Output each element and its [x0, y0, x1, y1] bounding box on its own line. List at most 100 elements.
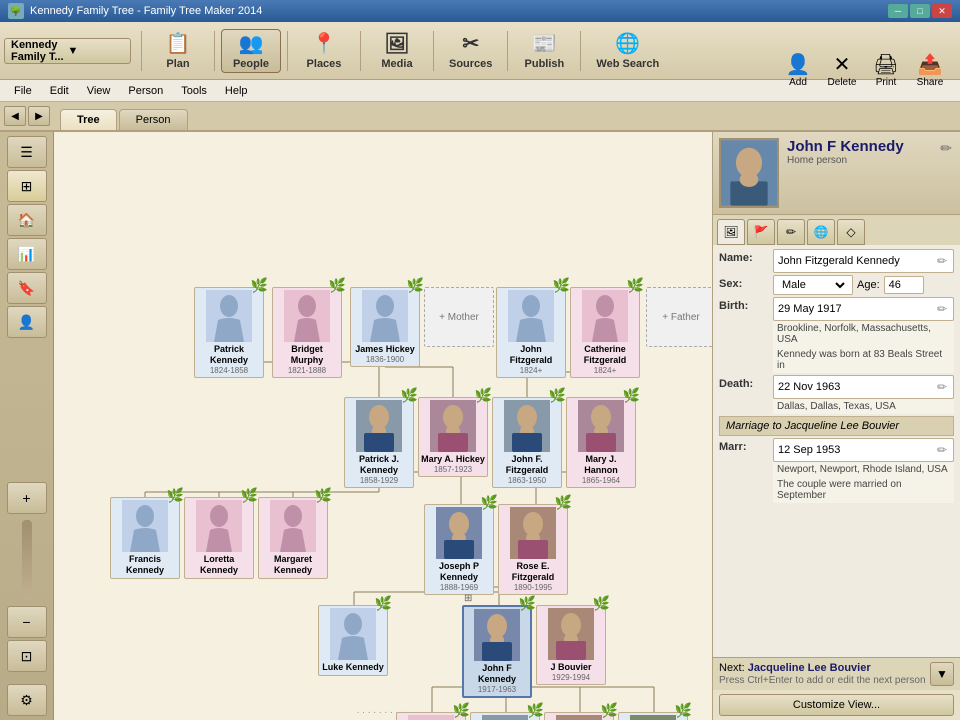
sidebar-btn-expand[interactable]: ⊞ — [7, 170, 47, 202]
right-btn-share[interactable]: 📤Share — [908, 48, 952, 92]
zoom-slider[interactable] — [22, 520, 32, 600]
toolbar-btn-sources[interactable]: ✂Sources — [440, 29, 501, 73]
person-card-james_hickey[interactable]: 🌿James Hickey1836-1900 — [350, 287, 420, 367]
sex-value[interactable]: Male Female — [773, 275, 853, 295]
person-card-j_bouvier[interactable]: 🌿J Bouvier1929-1994 — [536, 605, 606, 685]
person-card-caroline_kennedy[interactable]: 🌿Caroline Kennedy1957- — [396, 712, 466, 720]
card-inner-margaret_kennedy[interactable]: Margaret Kennedy — [258, 497, 328, 579]
marr-date-value[interactable]: 12 Sep 1953 ✏ — [773, 438, 954, 462]
card-inner-bridget_murphy[interactable]: Bridget Murphy1821-1888 — [272, 287, 342, 378]
toolbar-btn-places[interactable]: 📍Places — [294, 29, 354, 73]
age-value[interactable]: 46 — [884, 276, 924, 294]
birth-date-value[interactable]: 29 May 1917 ✏ — [773, 297, 954, 321]
birth-edit-btn[interactable]: ✏ — [935, 300, 949, 318]
menu-item-view[interactable]: View — [79, 83, 119, 99]
card-inner-john_f_kennedy[interactable]: John F Kennedy1917-1963 — [462, 605, 532, 698]
customize-view-button[interactable]: Customize View... — [719, 694, 954, 716]
right-btn-add[interactable]: 👤Add — [776, 48, 820, 92]
toolbar-btn-media[interactable]: 🖼Media — [367, 29, 427, 73]
detail-tab-edit[interactable]: ✏ — [777, 219, 805, 245]
person-card-mary_j_hannon[interactable]: 🌿Mary J. Hannon1865-1964 — [566, 397, 636, 488]
name-value[interactable]: John Fitzgerald Kennedy ✏ — [773, 249, 954, 273]
card-inner-mary_j_hannon[interactable]: Mary J. Hannon1865-1964 — [566, 397, 636, 488]
sidebar-btn-bookmark[interactable]: 🔖 — [7, 272, 47, 304]
person-card-loretta_kennedy[interactable]: 🌿Loretta Kennedy — [184, 497, 254, 579]
sidebar-btn-settings[interactable]: ⚙ — [7, 684, 47, 716]
person-card-add_father[interactable]: + Father — [646, 287, 712, 347]
maximize-button[interactable]: □ — [910, 4, 930, 18]
app-icon: 🌳 — [8, 3, 24, 19]
close-button[interactable]: ✕ — [932, 4, 952, 18]
tab-tree[interactable]: Tree — [60, 109, 117, 130]
toolbar-btn-plan[interactable]: 📋Plan — [148, 29, 208, 73]
person-card-mary_a_hickey[interactable]: 🌿Mary A. Hickey1857-1923 — [418, 397, 488, 477]
person-card-joseph_p_kennedy[interactable]: 🌿Joseph P Kennedy1888-1969 — [424, 504, 494, 595]
sex-select[interactable]: Male Female — [778, 278, 848, 292]
card-inner-patrick_j_kennedy[interactable]: Patrick J. Kennedy1858-1929 — [344, 397, 414, 488]
card-inner-francis_kennedy[interactable]: Francis Kennedy — [110, 497, 180, 579]
person-card-catherine_fitzgerald[interactable]: 🌿Catherine Fitzgerald1824+ — [570, 287, 640, 378]
family-dropdown[interactable]: Kennedy Family T... ▼ — [4, 38, 131, 64]
card-inner-luke_kennedy[interactable]: Luke Kennedy — [318, 605, 388, 676]
detail-tab-photo[interactable]: 🖼 — [717, 219, 745, 245]
right-btn-delete[interactable]: ✕Delete — [820, 48, 864, 92]
sidebar-btn-minus[interactable]: − — [7, 606, 47, 638]
card-inner-rose_e_fitzgerald[interactable]: Rose E. Fitzgerald1890-1995 — [498, 504, 568, 595]
card-inner-j_bouvier[interactable]: J Bouvier1929-1994 — [536, 605, 606, 685]
card-inner-add_father[interactable]: + Father — [646, 287, 712, 347]
person-card-francis_kennedy[interactable]: 🌿Francis Kennedy — [110, 497, 180, 579]
forward-button[interactable]: ▶ — [28, 106, 50, 126]
person-card-add_mother[interactable]: + Mother — [424, 287, 494, 347]
person-card-patrick_kennedy[interactable]: 🌿Patrick Kennedy1824-1858 — [194, 287, 264, 378]
card-inner-john_f_fitzgerald[interactable]: John F. Fitzgerald1863-1950 — [492, 397, 562, 488]
person-card-rose_e_fitzgerald[interactable]: 🌿Rose E. Fitzgerald1890-1995 — [498, 504, 568, 595]
person-card-bridget_murphy[interactable]: 🌿Bridget Murphy1821-1888 — [272, 287, 342, 378]
next-person-name[interactable]: Jacqueline Lee Bouvier — [748, 662, 871, 674]
detail-tab-globe[interactable]: 🌐 — [807, 219, 835, 245]
card-inner-loretta_kennedy[interactable]: Loretta Kennedy — [184, 497, 254, 579]
card-inner-add_mother[interactable]: + Mother — [424, 287, 494, 347]
card-inner-john_fitzgerald[interactable]: John Fitzgerald1824+ — [496, 287, 566, 378]
death-date-value[interactable]: 22 Nov 1963 ✏ — [773, 375, 954, 399]
card-inner-patrick_kennedy[interactable]: Patrick Kennedy1824-1858 — [194, 287, 264, 378]
sidebar-btn-person[interactable]: 👤 — [7, 306, 47, 338]
detail-tab-flag[interactable]: 🚩 — [747, 219, 775, 245]
sidebar-btn-plus[interactable]: + — [7, 482, 47, 514]
card-inner-mary_a_hickey[interactable]: Mary A. Hickey1857-1923 — [418, 397, 488, 477]
card-inner-james_hickey[interactable]: James Hickey1836-1900 — [350, 287, 420, 367]
sidebar-btn-chart[interactable]: 📊 — [7, 238, 47, 270]
card-inner-catherine_fitzgerald[interactable]: Catherine Fitzgerald1824+ — [570, 287, 640, 378]
marr-edit-btn[interactable]: ✏ — [935, 441, 949, 459]
person-card-luke_kennedy[interactable]: 🌿Luke Kennedy — [318, 605, 388, 676]
menu-item-edit[interactable]: Edit — [42, 83, 77, 99]
sidebar-btn-list[interactable]: ☰ — [7, 136, 47, 168]
person-card-john_f_kennedy_jr[interactable]: 🌿John F. Kennedy1960-1999 — [470, 712, 540, 720]
tree-canvas[interactable]: 🌿Patrick Kennedy1824-1858🌿Bridget Murphy… — [54, 132, 712, 720]
person-card-patrick_b_kennedy[interactable]: 🌿Patrick B Kennedy1963-1963 — [618, 712, 688, 720]
person-card-margaret_kennedy[interactable]: 🌿Margaret Kennedy — [258, 497, 328, 579]
menu-item-person[interactable]: Person — [120, 83, 171, 99]
person-card-john_fitzgerald[interactable]: 🌿John Fitzgerald1824+ — [496, 287, 566, 378]
header-edit-icon[interactable]: ✏ — [940, 140, 952, 157]
person-card-patrick_j_kennedy[interactable]: 🌿Patrick J. Kennedy1858-1929 — [344, 397, 414, 488]
toolbar-btn-web_search[interactable]: 🌐Web Search — [587, 29, 668, 73]
back-button[interactable]: ◀ — [4, 106, 26, 126]
death-edit-btn[interactable]: ✏ — [935, 378, 949, 396]
next-arrow-button[interactable]: ▼ — [930, 662, 954, 686]
toolbar-btn-people[interactable]: 👥People — [221, 29, 281, 73]
person-card-john_f_kennedy[interactable]: 🌿John F Kennedy1917-1963⊞ — [462, 605, 532, 698]
sidebar-btn-fit[interactable]: ⊡ — [7, 640, 47, 672]
detail-tab-tag[interactable]: ◇ — [837, 219, 865, 245]
tab-person[interactable]: Person — [119, 109, 188, 130]
menu-item-file[interactable]: File — [6, 83, 40, 99]
person-card-carolyn_bessette[interactable]: 🌿Carolyn Bessette1966-1999 — [544, 712, 614, 720]
person-card-john_f_fitzgerald[interactable]: 🌿John F. Fitzgerald1863-1950 — [492, 397, 562, 488]
card-inner-joseph_p_kennedy[interactable]: Joseph P Kennedy1888-1969 — [424, 504, 494, 595]
minimize-button[interactable]: ─ — [888, 4, 908, 18]
menu-item-tools[interactable]: Tools — [173, 83, 215, 99]
toolbar-btn-publish[interactable]: 📰Publish — [514, 29, 574, 73]
right-btn-print[interactable]: 🖨Print — [864, 48, 908, 92]
menu-item-help[interactable]: Help — [217, 83, 256, 99]
name-edit-btn[interactable]: ✏ — [935, 252, 949, 270]
sidebar-btn-home[interactable]: 🏠 — [7, 204, 47, 236]
